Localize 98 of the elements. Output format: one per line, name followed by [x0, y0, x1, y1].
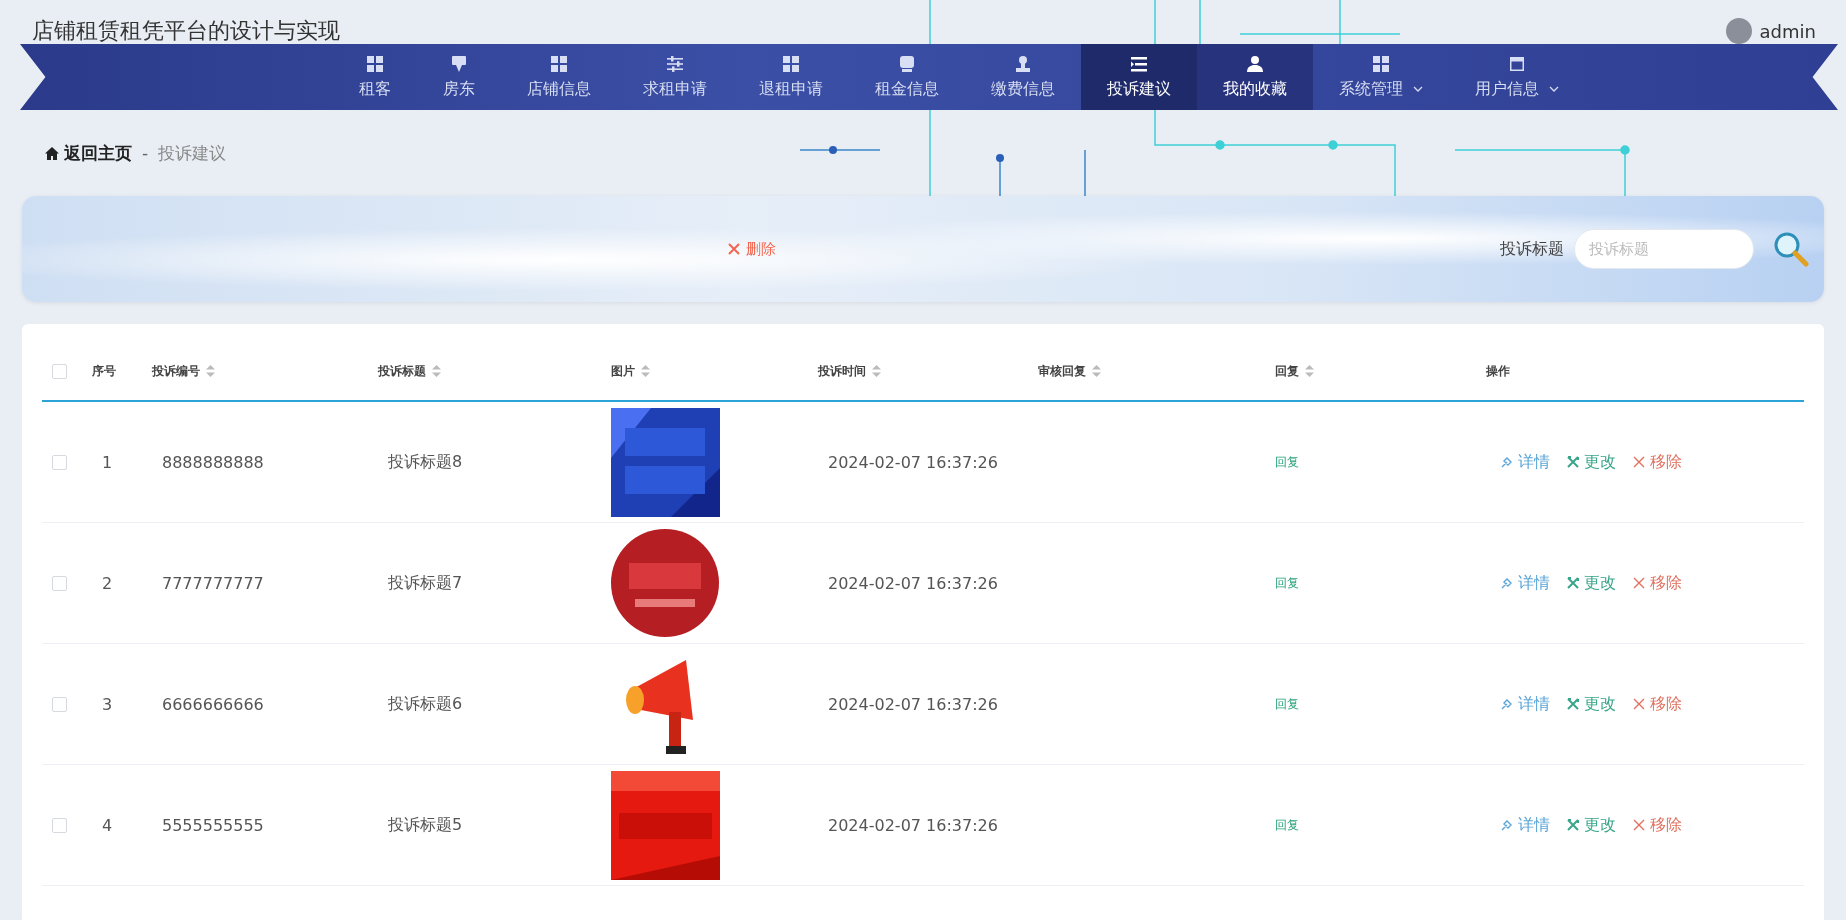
sliders-icon	[666, 54, 684, 73]
column-header[interactable]: 审核回复	[1038, 362, 1101, 380]
table-cell-text: 5555555555	[161, 815, 265, 835]
nav-item[interactable]: 投诉建议	[1081, 44, 1197, 110]
box-icon	[898, 54, 916, 73]
table-cell-text: 2024-02-07 16:37:26	[827, 815, 999, 835]
sort-icon	[1092, 365, 1101, 377]
home-link[interactable]: 返回主页	[44, 141, 132, 165]
close-icon	[1632, 818, 1646, 832]
row-checkbox[interactable]	[52, 575, 67, 591]
nav-item[interactable]: 系统管理	[1313, 44, 1449, 110]
edit-link[interactable]: 更改	[1566, 693, 1616, 715]
pointer-icon	[1500, 697, 1514, 711]
nav-item[interactable]: 我的收藏	[1197, 44, 1313, 110]
table-cell-text: 2024-02-07 16:37:26	[827, 573, 999, 593]
row-checkbox[interactable]	[52, 817, 67, 833]
caret-icon	[1549, 85, 1559, 93]
close-icon	[1632, 697, 1646, 711]
nav-item[interactable]: 退租申请	[733, 44, 849, 110]
avatar-icon	[1725, 18, 1752, 44]
table-cell-text: 2	[101, 573, 114, 593]
sort-icon	[872, 365, 881, 377]
table-cell-text: 8888888888	[161, 452, 265, 472]
nav-item[interactable]: 租客	[333, 44, 417, 110]
table-cell-text: 投诉标题5	[387, 814, 464, 836]
remove-link[interactable]: 移除	[1632, 693, 1682, 715]
circuit-node	[996, 154, 1004, 162]
select-all-checkbox[interactable]	[52, 363, 67, 379]
pointer-icon	[1500, 576, 1514, 590]
column-header[interactable]: 投诉编号	[152, 362, 215, 380]
caret-icon	[1413, 85, 1423, 93]
column-header[interactable]: 回复	[1275, 362, 1314, 380]
nav-item[interactable]: 租金信息	[849, 44, 965, 110]
row-checkbox[interactable]	[52, 454, 67, 470]
breadcrumb-current: 投诉建议	[158, 141, 227, 165]
remove-link[interactable]: 移除	[1632, 572, 1682, 594]
table-cell-text: 1	[101, 452, 114, 472]
list-icon	[1130, 54, 1148, 73]
stamp-icon	[1014, 54, 1032, 73]
row-checkbox[interactable]	[52, 696, 67, 712]
circuit-node	[1620, 145, 1630, 155]
circuit-node	[829, 146, 837, 154]
sort-icon	[432, 365, 441, 377]
circuit-node	[1328, 140, 1338, 150]
close-icon	[728, 243, 740, 255]
grid-icon	[1372, 54, 1390, 73]
column-header[interactable]: 图片	[611, 362, 650, 380]
grid-icon	[366, 54, 384, 73]
reply-link[interactable]: 回复	[1275, 816, 1299, 834]
close-icon	[1632, 576, 1646, 590]
table-cell-text: 6666666666	[161, 694, 265, 714]
nav-item[interactable]: 房东	[417, 44, 501, 110]
reply-link[interactable]: 回复	[1275, 695, 1299, 713]
table-cell-text: 4	[101, 815, 114, 835]
user-icon	[1246, 54, 1264, 73]
tools-icon	[1566, 818, 1580, 832]
nav-item[interactable]: 店铺信息	[501, 44, 617, 110]
sort-icon	[641, 365, 650, 377]
column-header: 操作	[1486, 362, 1510, 380]
sort-icon	[206, 365, 215, 377]
column-header: 序号	[92, 362, 116, 380]
breadcrumb-separator: -	[142, 143, 149, 163]
grid-icon	[782, 54, 800, 73]
close-icon	[1632, 455, 1646, 469]
column-header[interactable]: 投诉时间	[818, 362, 881, 380]
pointer-icon	[1500, 818, 1514, 832]
reply-link[interactable]: 回复	[1275, 453, 1299, 471]
edit-link[interactable]: 更改	[1566, 572, 1616, 594]
table-cell-text: 2024-02-07 16:37:26	[827, 694, 999, 714]
table-cell-text: 投诉标题6	[387, 693, 464, 715]
table-cell-text: 3	[101, 694, 114, 714]
table-cell-text: 7777777777	[161, 573, 265, 593]
nav-item[interactable]: 用户信息	[1449, 44, 1585, 110]
app-title: 店铺租赁租凭平台的设计与实现	[32, 18, 340, 44]
search-label: 投诉标题	[1500, 238, 1564, 260]
remove-link[interactable]: 移除	[1632, 451, 1682, 473]
edit-link[interactable]: 更改	[1566, 814, 1616, 836]
table-cell-text: 投诉标题7	[387, 572, 464, 594]
circuit-node	[1215, 140, 1225, 150]
pointer-icon	[1500, 455, 1514, 469]
table-cell-text: 2024-02-07 16:37:26	[827, 452, 999, 472]
sort-icon	[1305, 365, 1314, 377]
home-icon	[44, 145, 60, 161]
tools-icon	[1566, 455, 1580, 469]
reply-link[interactable]: 回复	[1275, 574, 1299, 592]
tools-icon	[1566, 576, 1580, 590]
table-cell-text: 投诉标题8	[387, 451, 464, 473]
edit-link[interactable]: 更改	[1566, 451, 1616, 473]
nav-item[interactable]: 缴费信息	[965, 44, 1081, 110]
user-name[interactable]: admin	[1759, 20, 1816, 42]
search-field[interactable]: 投诉标题	[1574, 229, 1754, 269]
grid-icon	[550, 54, 568, 73]
window-icon	[1508, 54, 1526, 73]
pin-icon	[450, 54, 468, 73]
nav-item[interactable]: 求租申请	[617, 44, 733, 110]
column-header[interactable]: 投诉标题	[378, 362, 441, 380]
remove-link[interactable]: 移除	[1632, 814, 1682, 836]
tools-icon	[1566, 697, 1580, 711]
